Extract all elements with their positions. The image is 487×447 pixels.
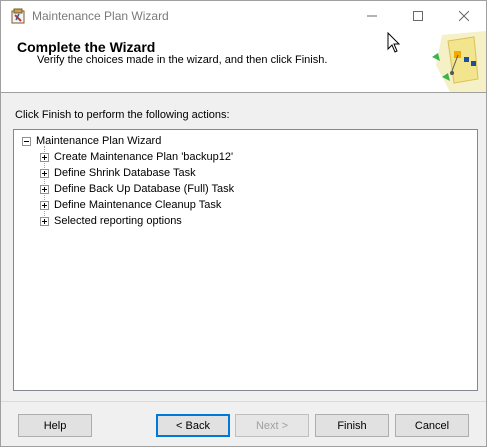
tree-root[interactable]: Maintenance Plan Wizard bbox=[22, 133, 161, 149]
help-button[interactable]: Help bbox=[18, 414, 92, 437]
close-button[interactable] bbox=[441, 1, 487, 31]
next-button[interactable]: Next > bbox=[235, 414, 309, 437]
tree-item-label: Create Maintenance Plan 'backup12' bbox=[54, 151, 234, 163]
instructions-text: Click Finish to perform the following ac… bbox=[15, 109, 230, 121]
expand-icon[interactable] bbox=[40, 168, 49, 178]
back-button[interactable]: < Back bbox=[156, 414, 230, 437]
tree-item[interactable]: Define Maintenance Cleanup Task bbox=[40, 197, 221, 213]
cancel-button[interactable]: Cancel bbox=[395, 414, 469, 437]
maximize-button[interactable] bbox=[395, 1, 441, 31]
expand-icon[interactable] bbox=[40, 184, 49, 194]
tree-item-label: Selected reporting options bbox=[54, 215, 182, 227]
minimize-button[interactable] bbox=[349, 1, 395, 31]
minimize-icon bbox=[367, 15, 377, 17]
actions-tree[interactable]: Maintenance Plan Wizard Create Maintenan… bbox=[13, 129, 478, 391]
tree-item-label: Define Back Up Database (Full) Task bbox=[54, 183, 235, 195]
expand-icon[interactable] bbox=[40, 152, 49, 162]
wizard-app-icon bbox=[11, 8, 25, 24]
mouse-pointer-icon bbox=[387, 32, 401, 53]
tree-item[interactable]: Define Shrink Database Task bbox=[40, 165, 196, 181]
maximize-icon bbox=[413, 11, 423, 21]
wizard-header: Complete the Wizard Verify the choices m… bbox=[1, 31, 486, 93]
close-icon bbox=[459, 11, 469, 21]
tree-item-label: Define Maintenance Cleanup Task bbox=[54, 199, 222, 211]
tree-item[interactable]: Selected reporting options bbox=[40, 213, 182, 229]
page-subtitle: Verify the choices made in the wizard, a… bbox=[37, 54, 328, 66]
window-title: Maintenance Plan Wizard bbox=[32, 9, 169, 23]
tree-item[interactable]: Create Maintenance Plan 'backup12' bbox=[40, 149, 233, 165]
tree-item[interactable]: Define Back Up Database (Full) Task bbox=[40, 181, 234, 197]
finish-button[interactable]: Finish bbox=[315, 414, 389, 437]
wizard-banner-icon bbox=[432, 31, 486, 92]
wizard-window: Maintenance Plan Wizard Complete the Wiz… bbox=[0, 0, 487, 447]
expand-icon[interactable] bbox=[40, 200, 49, 210]
tree-item-label: Define Shrink Database Task bbox=[54, 167, 196, 179]
tree-root-label: Maintenance Plan Wizard bbox=[36, 135, 162, 147]
footer-divider bbox=[1, 401, 486, 402]
title-bar[interactable]: Maintenance Plan Wizard bbox=[1, 1, 486, 31]
collapse-icon[interactable] bbox=[22, 136, 31, 146]
page-title: Complete the Wizard bbox=[17, 39, 156, 55]
expand-icon[interactable] bbox=[40, 216, 49, 226]
